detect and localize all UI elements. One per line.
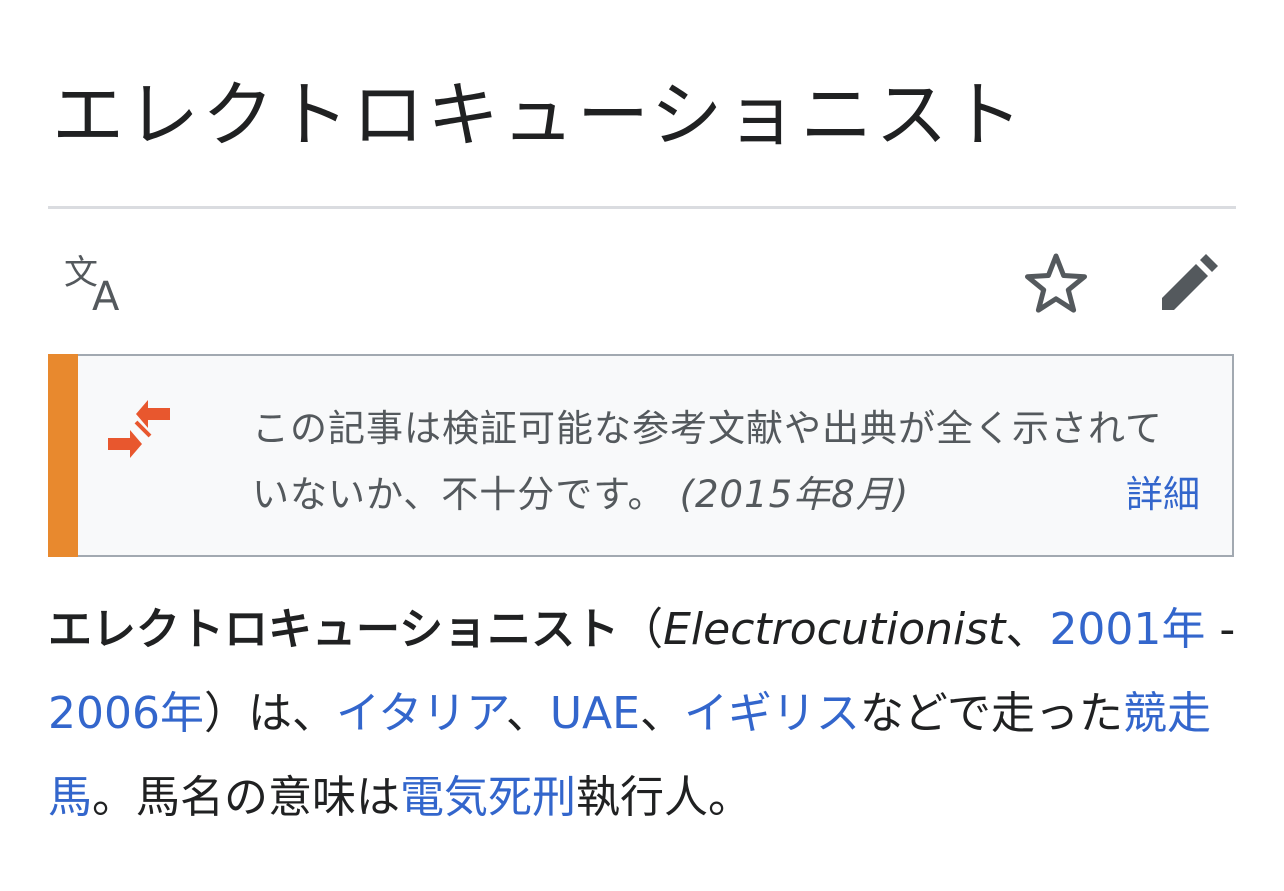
notice-message: この記事は検証可能な参考文献や出典が全く示されていないか、不十分です。 (2015… — [252, 396, 1192, 528]
text-meaning: 。馬名の意味は — [92, 772, 400, 823]
uk-link[interactable]: イギリス — [684, 688, 860, 739]
notice-date: (2015年8月) — [679, 473, 910, 516]
article-lead-paragraph: エレクトロキューショニスト（Electrocutionist、2001年 - 2… — [48, 588, 1248, 840]
paren-open: （ — [619, 604, 664, 655]
watch-star-button[interactable] — [1022, 250, 1090, 318]
year-dash: - — [1205, 604, 1236, 655]
death-year-link[interactable]: 2006年 — [48, 688, 204, 739]
article-subject: エレクトロキューショニスト — [48, 604, 620, 655]
paren-close: ） — [203, 688, 248, 739]
page-title: エレクトロキューショニスト — [52, 73, 1026, 157]
english-name: Electrocutionist — [663, 604, 1006, 655]
merge-arrows-icon — [106, 398, 174, 460]
birth-year-link[interactable]: 2001年 — [1049, 604, 1205, 655]
pencil-icon — [1162, 254, 1218, 310]
language-button[interactable]: 文 A — [62, 252, 134, 320]
text-end: 執行人。 — [576, 772, 752, 823]
uae-link[interactable]: UAE — [550, 688, 640, 739]
electric-chair-link[interactable]: 電気死刑 — [400, 772, 576, 823]
title-divider — [48, 206, 1236, 209]
italy-link[interactable]: イタリア — [336, 688, 506, 739]
comma: 、 — [1005, 604, 1050, 655]
svg-text:A: A — [92, 274, 120, 316]
text-ran: などで走った — [859, 688, 1124, 739]
star-icon — [1025, 253, 1087, 313]
sep: 、 — [639, 688, 684, 739]
notice-accent-bar — [48, 354, 78, 557]
translate-icon: 文 A — [64, 253, 120, 320]
sep: 、 — [505, 688, 550, 739]
edit-button[interactable] — [1154, 250, 1222, 318]
text-wa: は、 — [247, 688, 336, 739]
notice-details-link[interactable]: 詳細 — [1126, 470, 1200, 520]
